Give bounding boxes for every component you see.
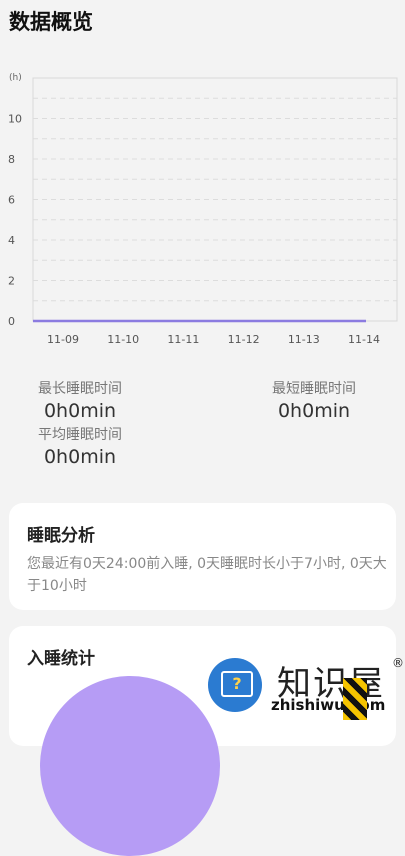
x-tick-label: 11-12 (228, 333, 260, 346)
hazard-stripe-icon (343, 678, 367, 720)
page-title: 数据概览 (9, 6, 93, 36)
sleep-stats-donut (40, 676, 220, 856)
x-tick-label: 11-10 (107, 333, 139, 346)
y-tick-label: 2 (8, 275, 15, 288)
stat-average: 平均睡眠时间 0h0min (38, 424, 122, 468)
sleep-analysis-card: 睡眠分析 您最近有0天24:00前入睡, 0天睡眠时长小于7小时, 0天大于10… (9, 503, 396, 610)
y-tick-label: 4 (8, 234, 15, 247)
question-glyph: ? (221, 671, 253, 697)
stat-average-value: 0h0min (38, 446, 122, 468)
x-tick-label: 11-09 (47, 333, 79, 346)
y-tick-label: 8 (8, 153, 15, 166)
stat-shortest: 最短睡眠时间 0h0min (272, 378, 356, 422)
help-monitor-icon: ? (208, 658, 262, 712)
sleep-analysis-text: 您最近有0天24:00前入睡, 0天睡眠时长小于7小时, 0天大于10小时 (27, 553, 387, 597)
y-tick-label: 10 (8, 113, 22, 126)
stat-longest: 最长睡眠时间 0h0min (38, 378, 122, 422)
sleep-stats-title: 入睡统计 (27, 644, 95, 669)
watermark-url: zhishiwu.com (271, 696, 385, 714)
y-tick-label: 0 (8, 315, 15, 328)
stat-shortest-value: 0h0min (272, 400, 356, 422)
watermark-registered: ® (392, 656, 404, 670)
x-tick-label: 11-14 (348, 333, 380, 346)
watermark: ? 知识屋 ® zhishiwu.com (205, 650, 405, 720)
x-tick-label: 11-11 (167, 333, 199, 346)
sleep-analysis-title: 睡眠分析 (27, 521, 95, 546)
chart-svg: (h) 0 2 4 6 8 10 11-09 11-10 11-11 11-12 11-13 11-14 (0, 60, 405, 360)
stat-longest-value: 0h0min (38, 400, 122, 422)
sleep-chart: (h) 0 2 4 6 8 10 11-09 11-10 11-11 11-12 11-13 11-14 (0, 60, 405, 360)
stat-longest-label: 最长睡眠时间 (38, 378, 122, 398)
y-axis-unit: (h) (9, 73, 22, 83)
y-tick-label: 6 (8, 194, 15, 207)
x-tick-label: 11-13 (288, 333, 320, 346)
stat-shortest-label: 最短睡眠时间 (272, 378, 356, 398)
stat-average-label: 平均睡眠时间 (38, 424, 122, 444)
